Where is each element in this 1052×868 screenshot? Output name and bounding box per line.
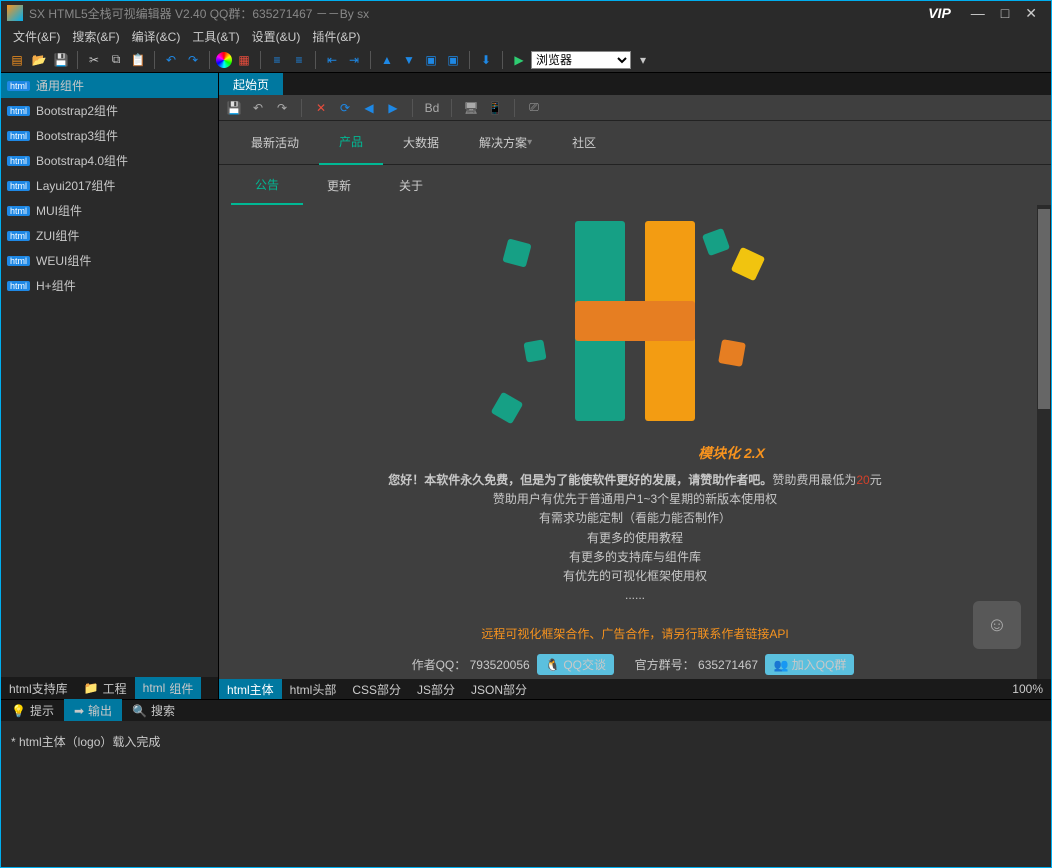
main-toolbar: ▤ 📂 💾 ✂ ⧉ 📋 ↶ ↷ ▦ ≡ ≡ ⇤ ⇥ ▲ ▼ ▣ ▣ ⬇ ▶ 浏览… xyxy=(1,47,1051,73)
scrollbar-thumb[interactable] xyxy=(1038,209,1050,409)
console-tab-search[interactable]: 🔍搜索 xyxy=(122,699,185,722)
next-icon[interactable]: ▶ xyxy=(384,99,402,117)
sidebar-tab-project[interactable]: 📁工程 xyxy=(76,677,135,699)
subnav-update[interactable]: 更新 xyxy=(303,165,375,205)
indent-icon[interactable]: ⇤ xyxy=(322,50,342,70)
sidebar-item-bootstrap3[interactable]: htmlBootstrap3组件 xyxy=(1,123,218,148)
close-button[interactable]: ✕ xyxy=(1025,5,1037,22)
titlebar: SX HTML5全栈可视编辑器 V2.40 QQ群：635271467 －－By… xyxy=(1,1,1051,25)
download-icon[interactable]: ⬇ xyxy=(476,50,496,70)
menu-plugins[interactable]: 插件(&P) xyxy=(308,26,364,47)
arrow-down-icon[interactable]: ▼ xyxy=(399,50,419,70)
minimize-button[interactable]: — xyxy=(971,5,985,21)
sidebar: html通用组件 htmlBootstrap2组件 htmlBootstrap3… xyxy=(1,73,219,699)
zoom-level: 100% xyxy=(1004,680,1051,698)
save-page-icon[interactable]: 💾 xyxy=(225,99,243,117)
dropdown-icon[interactable]: ▾ xyxy=(633,50,653,70)
cast-icon[interactable]: ⎚ xyxy=(525,99,543,117)
align-right-icon[interactable]: ≡ xyxy=(289,50,309,70)
menubar: 文件(&F) 搜索(&F) 编译(&C) 工具(&T) 设置(&U) 插件(&P… xyxy=(1,25,1051,47)
nav-products[interactable]: 产品 xyxy=(319,121,383,165)
menu-file[interactable]: 文件(&F) xyxy=(9,26,64,47)
color-icon[interactable] xyxy=(216,52,232,68)
contact-row: 作者QQ： 793520056 🐧 QQ交谈 官方群号： 635271467 👥… xyxy=(235,654,1035,675)
page-nav: 最新活动 产品 大数据 解决方案 社区 xyxy=(219,121,1051,165)
nav-solutions[interactable]: 解决方案 xyxy=(459,121,552,165)
nav-community[interactable]: 社区 xyxy=(552,121,616,165)
qq-chat-button[interactable]: 🐧 QQ交谈 xyxy=(537,654,614,675)
menu-settings[interactable]: 设置(&U) xyxy=(248,26,305,47)
new-icon[interactable]: ▤ xyxy=(7,50,27,70)
page-toolbar: 💾 ↶ ↷ ✕ ⟳ ◀ ▶ Bd 🖥 📱 ⎚ xyxy=(219,95,1051,121)
subnav-notice[interactable]: 公告 xyxy=(231,165,303,205)
console-tab-output[interactable]: ➡输出 xyxy=(64,699,122,722)
sidebar-item-zui[interactable]: htmlZUI组件 xyxy=(1,223,218,248)
welcome-message: 您好！本软件永久免费，但是为了能使软件更好的发展，请赞助作者吧。赞助费用最低为2… xyxy=(235,471,1035,644)
app-logo-icon xyxy=(7,5,23,21)
nav-activities[interactable]: 最新活动 xyxy=(231,121,319,165)
doc-tab-start[interactable]: 起始页 xyxy=(219,73,283,95)
mobile-icon[interactable]: 📱 xyxy=(486,99,504,117)
prev-icon[interactable]: ◀ xyxy=(360,99,378,117)
tab-html-head[interactable]: html头部 xyxy=(282,679,345,700)
redo-icon[interactable]: ↷ xyxy=(183,50,203,70)
console-tab-tip[interactable]: 💡提示 xyxy=(1,699,64,722)
browser-select[interactable]: 浏览器 xyxy=(531,51,631,69)
sidebar-item-weui[interactable]: htmlWEUI组件 xyxy=(1,248,218,273)
undo-icon[interactable]: ↶ xyxy=(161,50,181,70)
qq-group-button[interactable]: 👥 加入QQ群 xyxy=(765,654,854,675)
console-output: * html主体（logo）载入完成 xyxy=(1,721,1051,867)
forward-icon[interactable]: ↷ xyxy=(273,99,291,117)
tab-css[interactable]: CSS部分 xyxy=(344,679,409,700)
tab-js[interactable]: JS部分 xyxy=(409,679,463,700)
console-tabs: 💡提示 ➡输出 🔍搜索 xyxy=(1,699,1051,721)
desktop-icon[interactable]: 🖥 xyxy=(462,99,480,117)
save-icon[interactable]: 💾 xyxy=(51,50,71,70)
menu-compile[interactable]: 编译(&C) xyxy=(128,26,185,47)
console-line: * html主体（logo）载入完成 xyxy=(11,733,1041,750)
outdent-icon[interactable]: ⇥ xyxy=(344,50,364,70)
chat-icon: ☺ xyxy=(987,614,1007,637)
menu-tools[interactable]: 工具(&T) xyxy=(188,26,243,47)
bd-icon[interactable]: Bd xyxy=(423,99,441,117)
arrow-up-icon[interactable]: ▲ xyxy=(377,50,397,70)
sidebar-tabs: html支持库 📁工程 html组件 xyxy=(1,677,218,699)
scrollbar[interactable] xyxy=(1037,205,1051,679)
paste-icon[interactable]: 📋 xyxy=(128,50,148,70)
copy-icon[interactable]: ⧉ xyxy=(106,50,126,70)
tab-html-body[interactable]: html主体 xyxy=(219,679,282,700)
logo-graphic xyxy=(505,221,765,431)
run-icon[interactable]: ▶ xyxy=(509,50,529,70)
subnav-about[interactable]: 关于 xyxy=(375,165,447,205)
open-icon[interactable]: 📂 xyxy=(29,50,49,70)
bold-icon[interactable]: ▣ xyxy=(421,50,441,70)
sidebar-item-bootstrap2[interactable]: htmlBootstrap2组件 xyxy=(1,98,218,123)
sidebar-item-hplus[interactable]: htmlH+组件 xyxy=(1,273,218,298)
maximize-button[interactable]: □ xyxy=(1001,5,1009,21)
sidebar-item-bootstrap4[interactable]: htmlBootstrap4.0组件 xyxy=(1,148,218,173)
window-title: SX HTML5全栈可视编辑器 V2.40 QQ群：635271467 －－By… xyxy=(29,5,928,22)
cut-icon[interactable]: ✂ xyxy=(84,50,104,70)
tab-json[interactable]: JSON部分 xyxy=(463,679,535,700)
sidebar-header[interactable]: html通用组件 xyxy=(1,73,218,98)
refresh-icon[interactable]: ⟳ xyxy=(336,99,354,117)
main-area: 起始页 💾 ↶ ↷ ✕ ⟳ ◀ ▶ Bd 🖥 📱 ⎚ 最新活动 产品 xyxy=(219,73,1051,699)
back-icon[interactable]: ↶ xyxy=(249,99,267,117)
bottom-tabs: html主体 html头部 CSS部分 JS部分 JSON部分 100% xyxy=(219,679,1051,699)
sidebar-tab-components[interactable]: html组件 xyxy=(135,677,202,699)
align-left-icon[interactable]: ≡ xyxy=(267,50,287,70)
nav-bigdata[interactable]: 大数据 xyxy=(383,121,459,165)
tagline: 模块化 2.X xyxy=(505,443,765,463)
palette-icon[interactable]: ▦ xyxy=(234,50,254,70)
menu-search[interactable]: 搜索(&F) xyxy=(68,26,123,47)
sidebar-item-layui[interactable]: htmlLayui2017组件 xyxy=(1,173,218,198)
page-subnav: 公告 更新 关于 xyxy=(219,165,1051,205)
chat-fab[interactable]: ☺ xyxy=(973,601,1021,649)
sidebar-item-mui[interactable]: htmlMUI组件 xyxy=(1,198,218,223)
content-area: 模块化 2.X 您好！本软件永久免费，但是为了能使软件更好的发展，请赞助作者吧。… xyxy=(219,205,1051,679)
vip-badge: VIP xyxy=(928,5,951,21)
collapse-icon[interactable]: ▣ xyxy=(443,50,463,70)
sidebar-tab-support[interactable]: html支持库 xyxy=(1,677,76,699)
cancel-icon[interactable]: ✕ xyxy=(312,99,330,117)
